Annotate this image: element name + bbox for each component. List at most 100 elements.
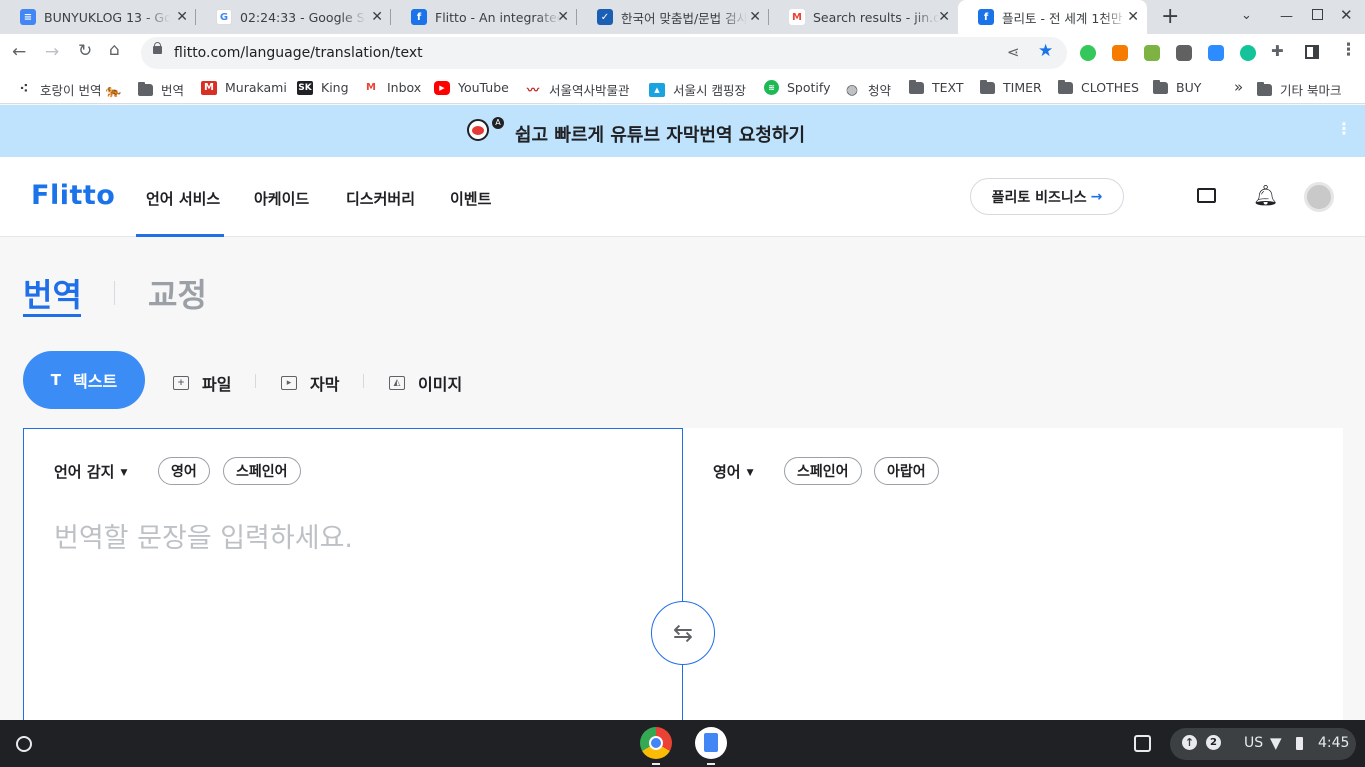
bookmark-folder-clothes[interactable]: CLOTHES: [1057, 79, 1139, 95]
nav-event[interactable]: 이벤트: [450, 188, 491, 209]
nav-arcade[interactable]: 아케이드: [254, 188, 309, 209]
bookmark-camping[interactable]: ▲ 서울시 캠핑장: [649, 80, 746, 99]
target-chip-spanish[interactable]: 스페인어: [784, 457, 862, 485]
extension-gray-icon[interactable]: [1176, 45, 1192, 61]
target-chip-arabic[interactable]: 아랍어: [874, 457, 939, 485]
tab-translation-underline: [23, 314, 81, 317]
folder-icon: [1057, 79, 1073, 95]
extensions-puzzle-icon[interactable]: ✚: [1271, 42, 1284, 60]
bookmark-tiger[interactable]: ⁖ 호랑이 번역 🐅: [16, 80, 121, 99]
museum-icon: 〰: [526, 83, 539, 97]
tab-gmail-search[interactable]: M Search results - jin.oh ✕: [769, 0, 958, 34]
bookmark-folder-translation[interactable]: 번역: [137, 80, 184, 99]
sk-icon: SK: [297, 80, 313, 95]
restore-icon[interactable]: [1312, 9, 1323, 20]
back-icon[interactable]: ←: [12, 42, 26, 62]
launcher-button[interactable]: [16, 736, 32, 752]
type-text-button[interactable]: T 텍스트: [23, 351, 145, 409]
flitto-icon: f: [411, 9, 427, 25]
extension-orange-icon[interactable]: [1112, 45, 1128, 61]
banner-menu-icon[interactable]: ⋮: [1336, 119, 1352, 138]
type-file-button[interactable]: + 파일: [173, 371, 231, 395]
menu-kebab-icon[interactable]: ⋮: [1340, 40, 1357, 60]
type-subtitle-button[interactable]: ▸ 자막: [281, 371, 339, 395]
minimize-icon[interactable]: —: [1280, 9, 1293, 24]
bookmark-folder-timer[interactable]: TIMER: [979, 79, 1042, 95]
bell-icon[interactable]: 🔔︎: [1253, 183, 1278, 207]
tab-bunyuklog[interactable]: ≡ BUNYUKLOG 13 - Goo ✕: [0, 0, 196, 34]
caret-down-icon: ▼: [120, 467, 128, 478]
bookmark-youtube[interactable]: ▶ YouTube: [434, 80, 509, 95]
side-panel-icon[interactable]: [1305, 45, 1319, 59]
ime-indicator: US: [1244, 735, 1264, 751]
flitto-logo[interactable]: Flitto: [31, 180, 115, 211]
close-window-icon[interactable]: ✕: [1340, 6, 1353, 24]
bookmark-murakami[interactable]: M Murakami: [201, 80, 287, 95]
tab-translation[interactable]: 번역: [23, 270, 82, 316]
tab-title: 플리토 - 전 세계 1천만: [1002, 10, 1123, 26]
tab-flitto-en[interactable]: f Flitto - An integrated tr ✕: [391, 0, 577, 34]
new-tab-button[interactable]: +: [1161, 4, 1179, 29]
close-icon[interactable]: ✕: [557, 9, 569, 25]
share-icon[interactable]: ⋖: [1007, 43, 1020, 61]
close-icon[interactable]: ✕: [371, 9, 383, 25]
nav-discovery[interactable]: 디스커버리: [346, 188, 415, 209]
extension-green-icon[interactable]: [1080, 45, 1096, 61]
tab-title: Search results - jin.oh: [813, 9, 939, 25]
close-icon[interactable]: ✕: [749, 9, 761, 25]
nav-language-service[interactable]: 언어 서비스: [146, 188, 220, 209]
close-icon[interactable]: ✕: [938, 9, 950, 25]
source-text-input[interactable]: 번역할 문장을 입력하세요.: [54, 516, 353, 555]
bookmark-label: Inbox: [387, 80, 422, 95]
google-icon: G: [216, 9, 232, 25]
bookmark-folder-text[interactable]: TEXT: [908, 79, 964, 95]
tab-proofreading[interactable]: 교정: [148, 270, 207, 316]
flitto-business-button[interactable]: 플리토 비즈니스 →: [970, 178, 1124, 215]
mailbox-icon[interactable]: [1197, 188, 1216, 203]
bookmark-folder-buy[interactable]: BUY: [1152, 79, 1201, 95]
source-chip-spanish[interactable]: 스페인어: [223, 457, 301, 485]
folder-icon: [137, 81, 153, 97]
bookmarks-overflow-button[interactable]: »: [1234, 78, 1243, 96]
tab-search-chevron-icon[interactable]: ⌄: [1241, 8, 1252, 23]
speller-icon: ✓: [597, 9, 613, 25]
lock-shackle: [154, 42, 161, 48]
promo-banner[interactable]: A 쉽고 빠르게 유튜브 자막번역 요청하기 ⋮: [0, 105, 1365, 157]
grammarly-icon[interactable]: [1240, 45, 1256, 61]
zoom-extension-icon[interactable]: [1208, 45, 1224, 61]
type-image-button[interactable]: ◭ 이미지: [389, 371, 462, 395]
image-icon: ◭: [389, 376, 405, 390]
bookmark-spotify[interactable]: ≋ Spotify: [764, 80, 830, 95]
tab-speller[interactable]: ✓ 한국어 맞춤법/문법 검사 ✕: [577, 0, 769, 34]
close-icon[interactable]: ✕: [1127, 9, 1139, 25]
source-language-select[interactable]: 언어 감지 ▼: [54, 461, 127, 482]
arrow-right-icon: →: [1090, 188, 1103, 205]
tab-google-search[interactable]: G 02:24:33 - Google Sea ✕: [196, 0, 391, 34]
source-chip-english[interactable]: 영어: [158, 457, 210, 485]
target-language-select[interactable]: 영어 ▼: [713, 461, 754, 482]
extension-screen-icon[interactable]: [1144, 45, 1160, 61]
bookmark-label: King: [321, 80, 349, 95]
bookmark-museum[interactable]: 〰 서울역사박물관: [525, 80, 630, 99]
bookmark-label: Spotify: [787, 80, 831, 95]
forward-icon[interactable]: →: [45, 42, 59, 62]
bookmark-star-icon[interactable]: ★: [1038, 41, 1053, 61]
target-language-label: 영어: [713, 463, 741, 481]
address-bar[interactable]: flitto.com/language/translation/text ⋖ ★: [141, 37, 1067, 69]
other-bookmarks-folder[interactable]: 기타 북마크: [1256, 80, 1341, 99]
close-icon[interactable]: ✕: [176, 9, 188, 25]
tab-flitto-active[interactable]: f 플리토 - 전 세계 1천만 ✕: [958, 0, 1147, 34]
tab-strip: ≡ BUNYUKLOG 13 - Goo ✕ G 02:24:33 - Goog…: [0, 0, 1365, 34]
reload-icon[interactable]: ↻: [78, 41, 92, 61]
m-icon: M: [201, 80, 217, 95]
banner-text: 쉽고 빠르게 유튜브 자막번역 요청하기: [515, 125, 806, 146]
bookmark-label: Murakami: [225, 80, 287, 95]
bookmark-subscription[interactable]: ◍ 청약: [844, 80, 891, 99]
bookmark-king[interactable]: SK King: [297, 80, 349, 95]
holding-space-icon[interactable]: [1134, 735, 1151, 752]
home-icon[interactable]: ⌂: [109, 40, 120, 60]
swap-languages-button[interactable]: ⇆: [651, 601, 715, 665]
bookmark-inbox[interactable]: M Inbox: [363, 80, 421, 95]
profile-avatar[interactable]: [1304, 182, 1334, 212]
clock-time: 4:45: [1318, 735, 1350, 751]
